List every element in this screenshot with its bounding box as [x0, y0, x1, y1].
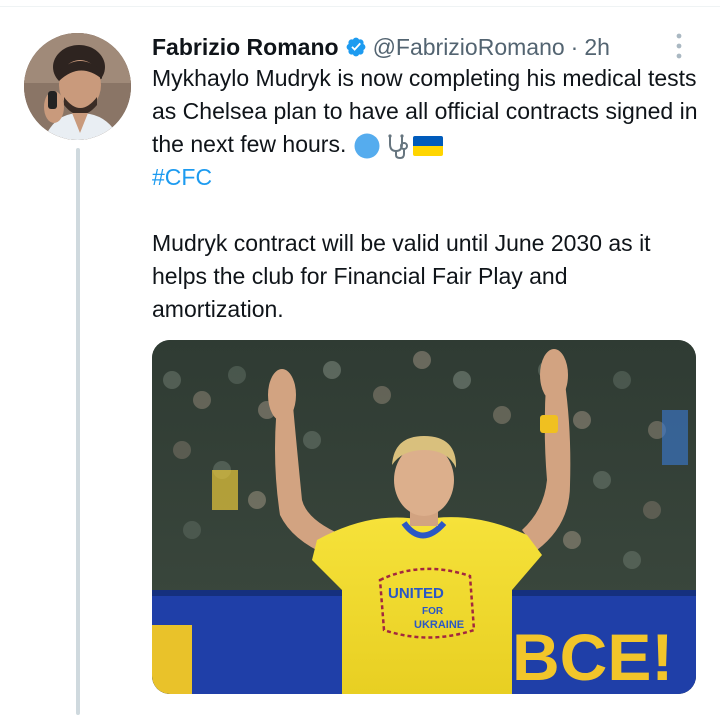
- author-name[interactable]: Fabrizio Romano: [152, 34, 339, 61]
- shirt-text-1: UNITED: [388, 585, 444, 602]
- author-handle[interactable]: @FabrizioRomano: [373, 34, 565, 61]
- tweet-photo[interactable]: BCE! UNITED FOR UKRAINE: [152, 340, 696, 694]
- blue-circle-emoji: [354, 133, 380, 159]
- tweet-header: Fabrizio Romano @FabrizioRomano · 2h: [152, 30, 610, 64]
- shirt-text-2: FOR: [422, 606, 444, 617]
- verified-badge-icon: [346, 37, 365, 57]
- billboard-text: BCE!: [512, 620, 673, 694]
- tweet[interactable]: Fabrizio Romano @FabrizioRomano · 2h Myk…: [0, 0, 720, 715]
- shirt-text-3: UKRAINE: [414, 619, 464, 631]
- tweet-text: Mykhaylo Mudryk is now completing his me…: [152, 62, 700, 326]
- stethoscope-emoji: [388, 134, 408, 159]
- separator-dot: ·: [570, 33, 579, 60]
- tweet-paragraph-2: Mudryk contract will be valid until June…: [152, 230, 651, 322]
- timestamp[interactable]: 2h: [584, 34, 610, 61]
- more-options-icon[interactable]: [672, 31, 686, 61]
- avatar-image: [24, 33, 131, 140]
- divider: [0, 6, 720, 7]
- avatar[interactable]: [24, 33, 131, 140]
- ukraine-flag-emoji: [412, 135, 443, 156]
- photo-player-celebrating: BCE! UNITED FOR UKRAINE: [152, 340, 696, 694]
- thread-line: [76, 148, 80, 715]
- emoji-group: [353, 132, 443, 160]
- hashtag-link[interactable]: #CFC: [152, 164, 212, 190]
